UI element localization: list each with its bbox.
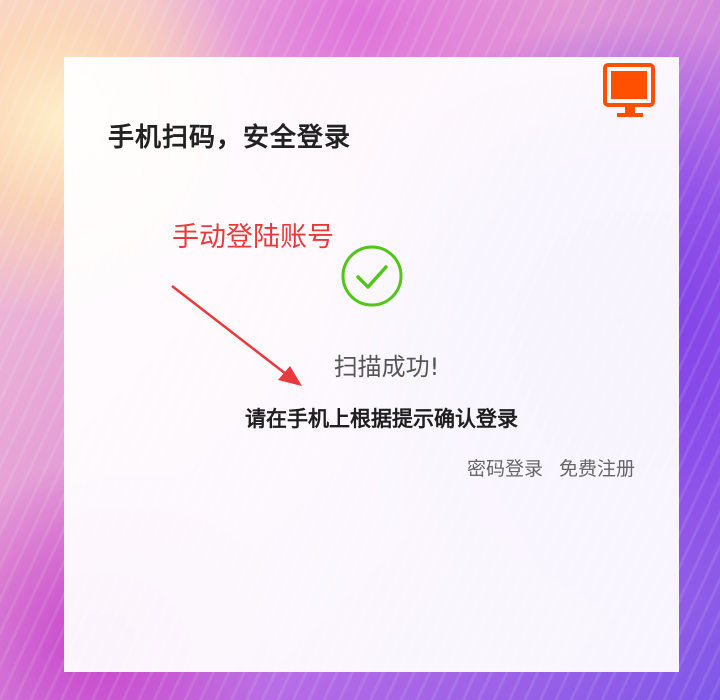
login-options: 密码登录 免费注册 bbox=[467, 454, 635, 481]
computer-monitor-icon bbox=[603, 63, 655, 117]
annotation-text: 手动登陆账号 bbox=[172, 222, 334, 253]
check-circle-icon bbox=[341, 245, 403, 307]
register-link[interactable]: 免费注册 bbox=[559, 458, 635, 480]
confirm-instruction-text: 请在手机上根据提示确认登录 bbox=[245, 407, 518, 431]
qr-login-panel: 手机扫码，安全登录 手动登陆账号 扫描成功! 请在手机上根据提示确认登录 密码登… bbox=[64, 57, 679, 672]
login-mode-toggle[interactable] bbox=[599, 59, 671, 131]
scan-status-text: 扫描成功! bbox=[333, 353, 440, 381]
page-title: 手机扫码，安全登录 bbox=[108, 123, 352, 153]
password-login-link[interactable]: 密码登录 bbox=[467, 458, 543, 480]
